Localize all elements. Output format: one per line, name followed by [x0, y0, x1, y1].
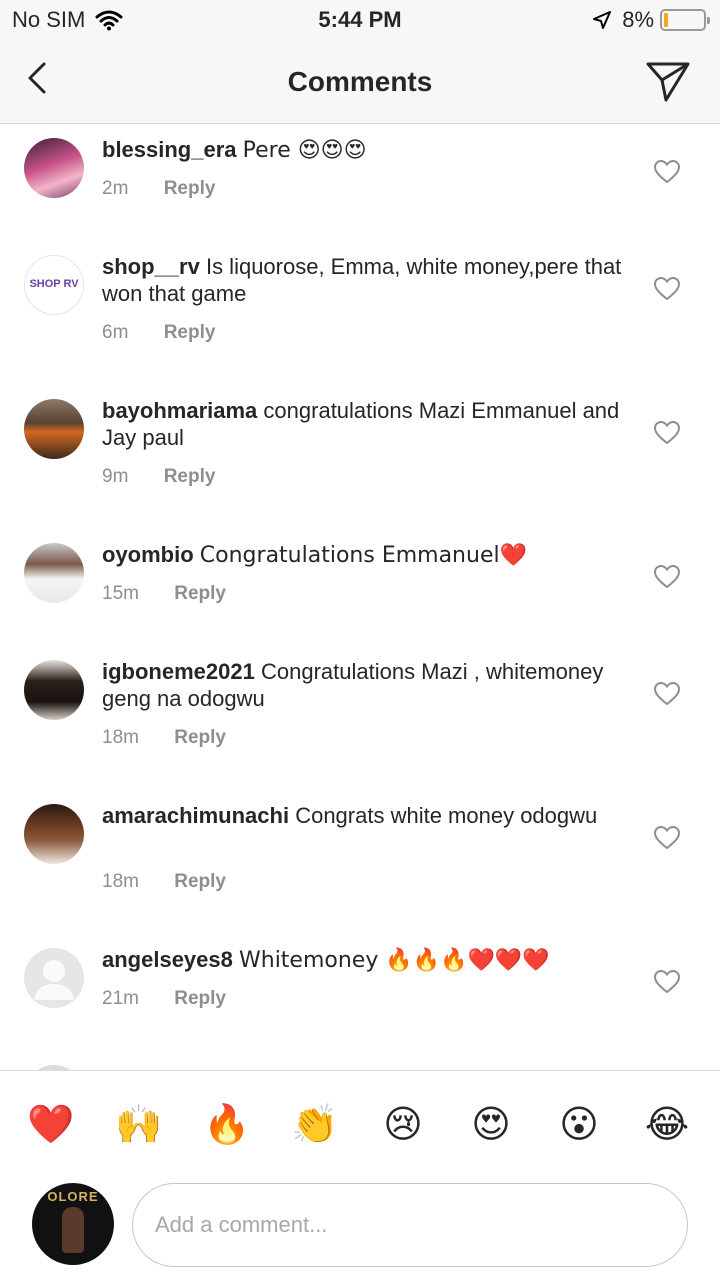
comment-text: Congrats white money odogwu — [295, 803, 598, 828]
comment-time: 18m — [102, 727, 139, 748]
comment-time: 21m — [102, 988, 139, 1009]
reply-button[interactable]: Reply — [174, 583, 226, 604]
avatar[interactable] — [24, 138, 84, 198]
fire-reaction-button[interactable]: 🔥 — [202, 1099, 252, 1149]
comment-username[interactable]: blessing_era — [102, 137, 237, 162]
avatar[interactable]: SHOP RV — [24, 255, 84, 315]
comment-username[interactable]: oyombio — [102, 542, 194, 567]
avatar[interactable] — [24, 399, 84, 459]
reply-button[interactable]: Reply — [174, 988, 226, 1009]
comment-text: Whitemoney 🔥🔥🔥❤️❤️❤️ — [239, 948, 550, 973]
reply-button[interactable]: Reply — [164, 178, 216, 199]
comment-username[interactable]: angelseyes8 — [102, 947, 233, 972]
comment-username[interactable]: amarachimunachi — [102, 803, 289, 828]
heart-reaction-button[interactable]: ❤️ — [26, 1099, 76, 1149]
heart-icon[interactable] — [654, 970, 680, 994]
avatar[interactable] — [24, 543, 84, 603]
location-arrow-icon — [593, 11, 612, 29]
comment-username[interactable]: shop__rv — [102, 254, 200, 279]
battery-percent: 8% — [622, 7, 654, 32]
surprised-reaction-button[interactable]: 😮 — [554, 1099, 604, 1149]
comment-input[interactable] — [155, 1184, 655, 1266]
comment-composer: ❤️ 🙌 🔥 👏 😢 😍 😮 😂 OLORE — [0, 1070, 720, 1280]
quick-reactions: ❤️ 🙌 🔥 👏 😢 😍 😮 😂 — [0, 1099, 720, 1149]
heart-eyes-reaction-button[interactable]: 😍 — [466, 1099, 516, 1149]
comment-username[interactable]: bayohmariama — [102, 398, 257, 423]
comment-text: Congratulations Emmanuel❤️ — [199, 543, 527, 568]
avatar[interactable] — [24, 804, 84, 864]
my-avatar: OLORE — [32, 1183, 114, 1265]
comment-text: Pere 😍😍😍 — [242, 138, 367, 163]
comment-time: 18m — [102, 871, 139, 892]
heart-icon[interactable] — [654, 160, 680, 184]
avatar[interactable] — [24, 948, 84, 1008]
comment-time: 6m — [102, 322, 129, 343]
heart-icon[interactable] — [654, 826, 680, 850]
comment-time: 15m — [102, 583, 139, 604]
comment-list[interactable]: blessing_era Pere 😍😍😍 2m Reply SHOP RV s… — [0, 125, 720, 1070]
comment-time: 9m — [102, 466, 129, 487]
raised-hands-reaction-button[interactable]: 🙌 — [114, 1099, 164, 1149]
reply-button[interactable]: Reply — [174, 727, 226, 748]
nav-bar: Comments — [0, 40, 720, 124]
crying-reaction-button[interactable]: 😢 — [378, 1099, 428, 1149]
reply-button[interactable]: Reply — [164, 466, 216, 487]
heart-icon[interactable] — [654, 277, 680, 301]
reply-button[interactable]: Reply — [174, 871, 226, 892]
comment-time: 2m — [102, 178, 129, 199]
page-title: Comments — [287, 66, 433, 97]
comment-input-wrapper — [132, 1183, 688, 1267]
reply-button[interactable]: Reply — [164, 322, 216, 343]
heart-icon[interactable] — [654, 565, 680, 589]
avatar[interactable] — [24, 660, 84, 720]
paper-plane-icon[interactable] — [644, 56, 692, 104]
laughing-reaction-button[interactable]: 😂 — [642, 1099, 692, 1149]
heart-icon[interactable] — [654, 421, 680, 445]
comment-username[interactable]: igboneme2021 — [102, 659, 255, 684]
battery-icon — [660, 9, 710, 31]
heart-icon[interactable] — [654, 682, 680, 706]
default-avatar-icon — [34, 960, 74, 1000]
status-bar: No SIM 5:44 PM 8% — [0, 0, 720, 40]
clap-reaction-button[interactable]: 👏 — [290, 1099, 340, 1149]
